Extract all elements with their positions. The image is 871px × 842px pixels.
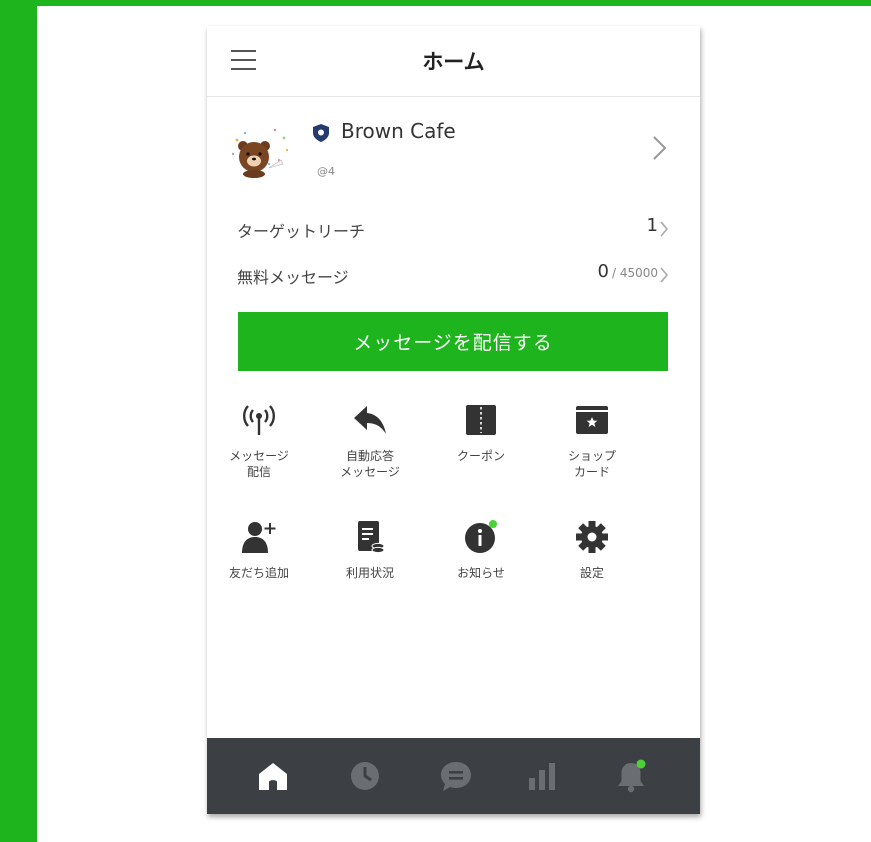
tile-label: クーポン bbox=[456, 449, 505, 463]
chevron-right-icon bbox=[660, 221, 669, 237]
info-icon bbox=[465, 520, 497, 553]
app-header: ホーム bbox=[207, 26, 700, 97]
page-title: ホーム bbox=[422, 50, 485, 74]
tile-label: 自動応答 メッセージ bbox=[340, 449, 400, 479]
shield-icon bbox=[313, 124, 329, 142]
tab-stats[interactable] bbox=[522, 756, 562, 796]
usage-icon bbox=[358, 521, 385, 554]
tile-notices[interactable]: お知らせ bbox=[429, 520, 533, 630]
tile-auto-reply[interactable]: 自動応答 メッセージ bbox=[318, 403, 422, 513]
account-id: @4 bbox=[317, 165, 335, 178]
gear-icon bbox=[576, 521, 608, 553]
chat-icon bbox=[441, 762, 471, 791]
green-frame-left bbox=[0, 0, 37, 842]
tile-coupon[interactable]: クーポン bbox=[429, 403, 533, 513]
tile-label: ショップ カード bbox=[567, 449, 616, 479]
tile-usage[interactable]: 利用状況 bbox=[318, 520, 422, 630]
target-reach-value: 1 bbox=[646, 215, 658, 236]
clock-icon bbox=[351, 762, 379, 790]
add-friend-icon bbox=[242, 522, 276, 553]
free-messages-label: 無料メッセージ bbox=[237, 268, 349, 287]
target-reach-label: ターゲットリーチ bbox=[237, 222, 366, 241]
tile-label: 友だち追加 bbox=[228, 566, 289, 580]
target-reach-row[interactable]: ターゲットリーチ 1 bbox=[207, 209, 700, 247]
broadcast-icon bbox=[243, 405, 275, 435]
tile-message-broadcast[interactable]: メッセージ 配信 bbox=[207, 403, 311, 513]
bear-avatar-icon bbox=[231, 128, 289, 178]
tile-label: お知らせ bbox=[457, 566, 505, 580]
chart-icon bbox=[529, 763, 555, 790]
green-frame-top bbox=[0, 0, 871, 6]
tab-timeline[interactable] bbox=[345, 756, 385, 796]
reply-arrow-icon bbox=[354, 406, 386, 434]
tile-label: 利用状況 bbox=[345, 566, 394, 580]
home-icon bbox=[259, 763, 287, 790]
bottom-tab-bar bbox=[207, 738, 700, 814]
app-screen: ホーム Brown Cafe @4 ターゲットリーチ 1 無料メッセージ 0 /… bbox=[207, 26, 700, 814]
tab-chat[interactable] bbox=[436, 756, 476, 796]
shop-card-icon bbox=[576, 406, 608, 434]
tile-label: メッセージ 配信 bbox=[229, 449, 289, 479]
tab-notifications[interactable] bbox=[611, 756, 651, 796]
tile-label: 設定 bbox=[579, 566, 604, 580]
chevron-right-icon bbox=[660, 267, 669, 283]
free-messages-value: 0/ 45000 bbox=[597, 261, 658, 282]
account-card[interactable]: Brown Cafe @4 bbox=[207, 102, 700, 202]
account-name: Brown Cafe bbox=[341, 119, 456, 143]
tile-shop-card[interactable]: ショップ カード bbox=[540, 403, 644, 513]
free-messages-row[interactable]: 無料メッセージ 0/ 45000 bbox=[207, 255, 700, 293]
chevron-right-icon bbox=[653, 136, 667, 160]
tile-add-friends[interactable]: 友だち追加 bbox=[207, 520, 311, 630]
coupon-icon bbox=[466, 405, 496, 435]
send-message-button[interactable]: メッセージを配信する bbox=[238, 312, 668, 371]
tile-settings[interactable]: 設定 bbox=[540, 520, 644, 630]
bell-icon bbox=[618, 759, 646, 793]
tab-home[interactable] bbox=[253, 756, 293, 796]
